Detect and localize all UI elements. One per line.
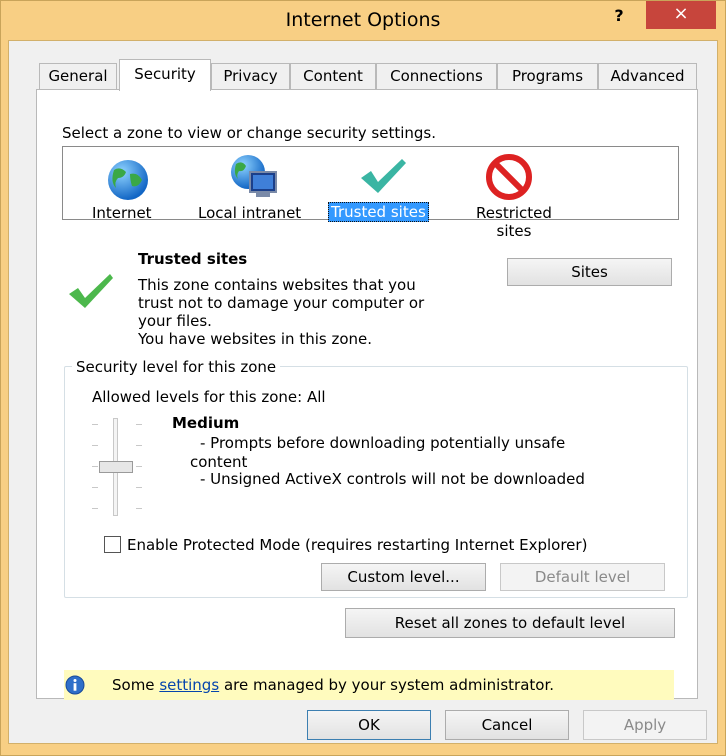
selected-zone-description: This zone contains websites that you tru… — [138, 276, 478, 348]
close-button[interactable]: × — [646, 1, 716, 29]
tab-programs[interactable]: Programs — [497, 63, 598, 89]
security-level-name: Medium — [172, 414, 240, 432]
protected-mode-label[interactable]: Enable Protected Mode (requires restarti… — [127, 536, 587, 554]
zone-label-trusted-sites[interactable]: Trusted sites — [328, 202, 429, 222]
info-icon — [65, 675, 85, 695]
allowed-levels-text: Allowed levels for this zone: All — [92, 388, 326, 406]
info-prefix: Some — [112, 676, 155, 694]
zone-label-restricted-line1: Restricted — [476, 204, 552, 222]
settings-link[interactable]: settings — [159, 676, 219, 694]
ok-button[interactable]: OK — [307, 710, 431, 740]
cancel-button[interactable]: Cancel — [445, 710, 569, 740]
protected-mode-checkbox[interactable] — [104, 536, 121, 553]
tab-general[interactable]: General — [39, 63, 117, 89]
custom-level-button[interactable]: Custom level... — [321, 563, 486, 591]
selected-zone-title: Trusted sites — [138, 250, 248, 268]
tab-content[interactable]: Content — [290, 63, 376, 89]
zone-prompt: Select a zone to view or change security… — [62, 124, 437, 142]
zone-label-local-intranet[interactable]: Local intranet — [198, 204, 301, 222]
tab-connections[interactable]: Connections — [376, 63, 497, 89]
globe-monitor-icon[interactable] — [228, 152, 282, 202]
description-line: This zone contains websites that you — [138, 276, 416, 294]
level-detail-line: content — [190, 453, 248, 471]
zone-label-restricted-sites[interactable]: Restricted sites — [468, 204, 560, 240]
tab-advanced[interactable]: Advanced — [598, 63, 697, 89]
description-line: your files. — [138, 312, 212, 330]
description-line: You have websites in this zone. — [138, 330, 373, 348]
info-suffix: are managed by your system administrator… — [223, 676, 555, 694]
tab-security[interactable]: Security — [119, 59, 211, 91]
admin-info-text: Some settings are managed by your system… — [112, 676, 554, 694]
sites-button[interactable]: Sites — [507, 258, 672, 286]
checkmark-icon[interactable] — [358, 156, 408, 196]
apply-button[interactable]: Apply — [583, 710, 707, 740]
no-entry-icon[interactable] — [486, 154, 532, 200]
security-level-group-label: Security level for this zone — [72, 358, 281, 376]
security-slider-thumb[interactable] — [99, 461, 133, 473]
description-line: trust not to damage your computer or — [138, 294, 425, 312]
zone-label-restricted-line2: sites — [496, 222, 532, 240]
zone-label-internet[interactable]: Internet — [92, 204, 152, 222]
trusted-sites-check-icon — [69, 274, 113, 308]
help-button[interactable]: ? — [609, 6, 629, 30]
globe-icon[interactable] — [104, 158, 152, 202]
reset-all-zones-button[interactable]: Reset all zones to default level — [345, 608, 675, 638]
level-detail-line: - Prompts before downloading potentially… — [200, 434, 566, 452]
level-detail-line: - Unsigned ActiveX controls will not be … — [200, 470, 585, 488]
tab-privacy[interactable]: Privacy — [211, 63, 290, 89]
default-level-button[interactable]: Default level — [500, 563, 665, 591]
